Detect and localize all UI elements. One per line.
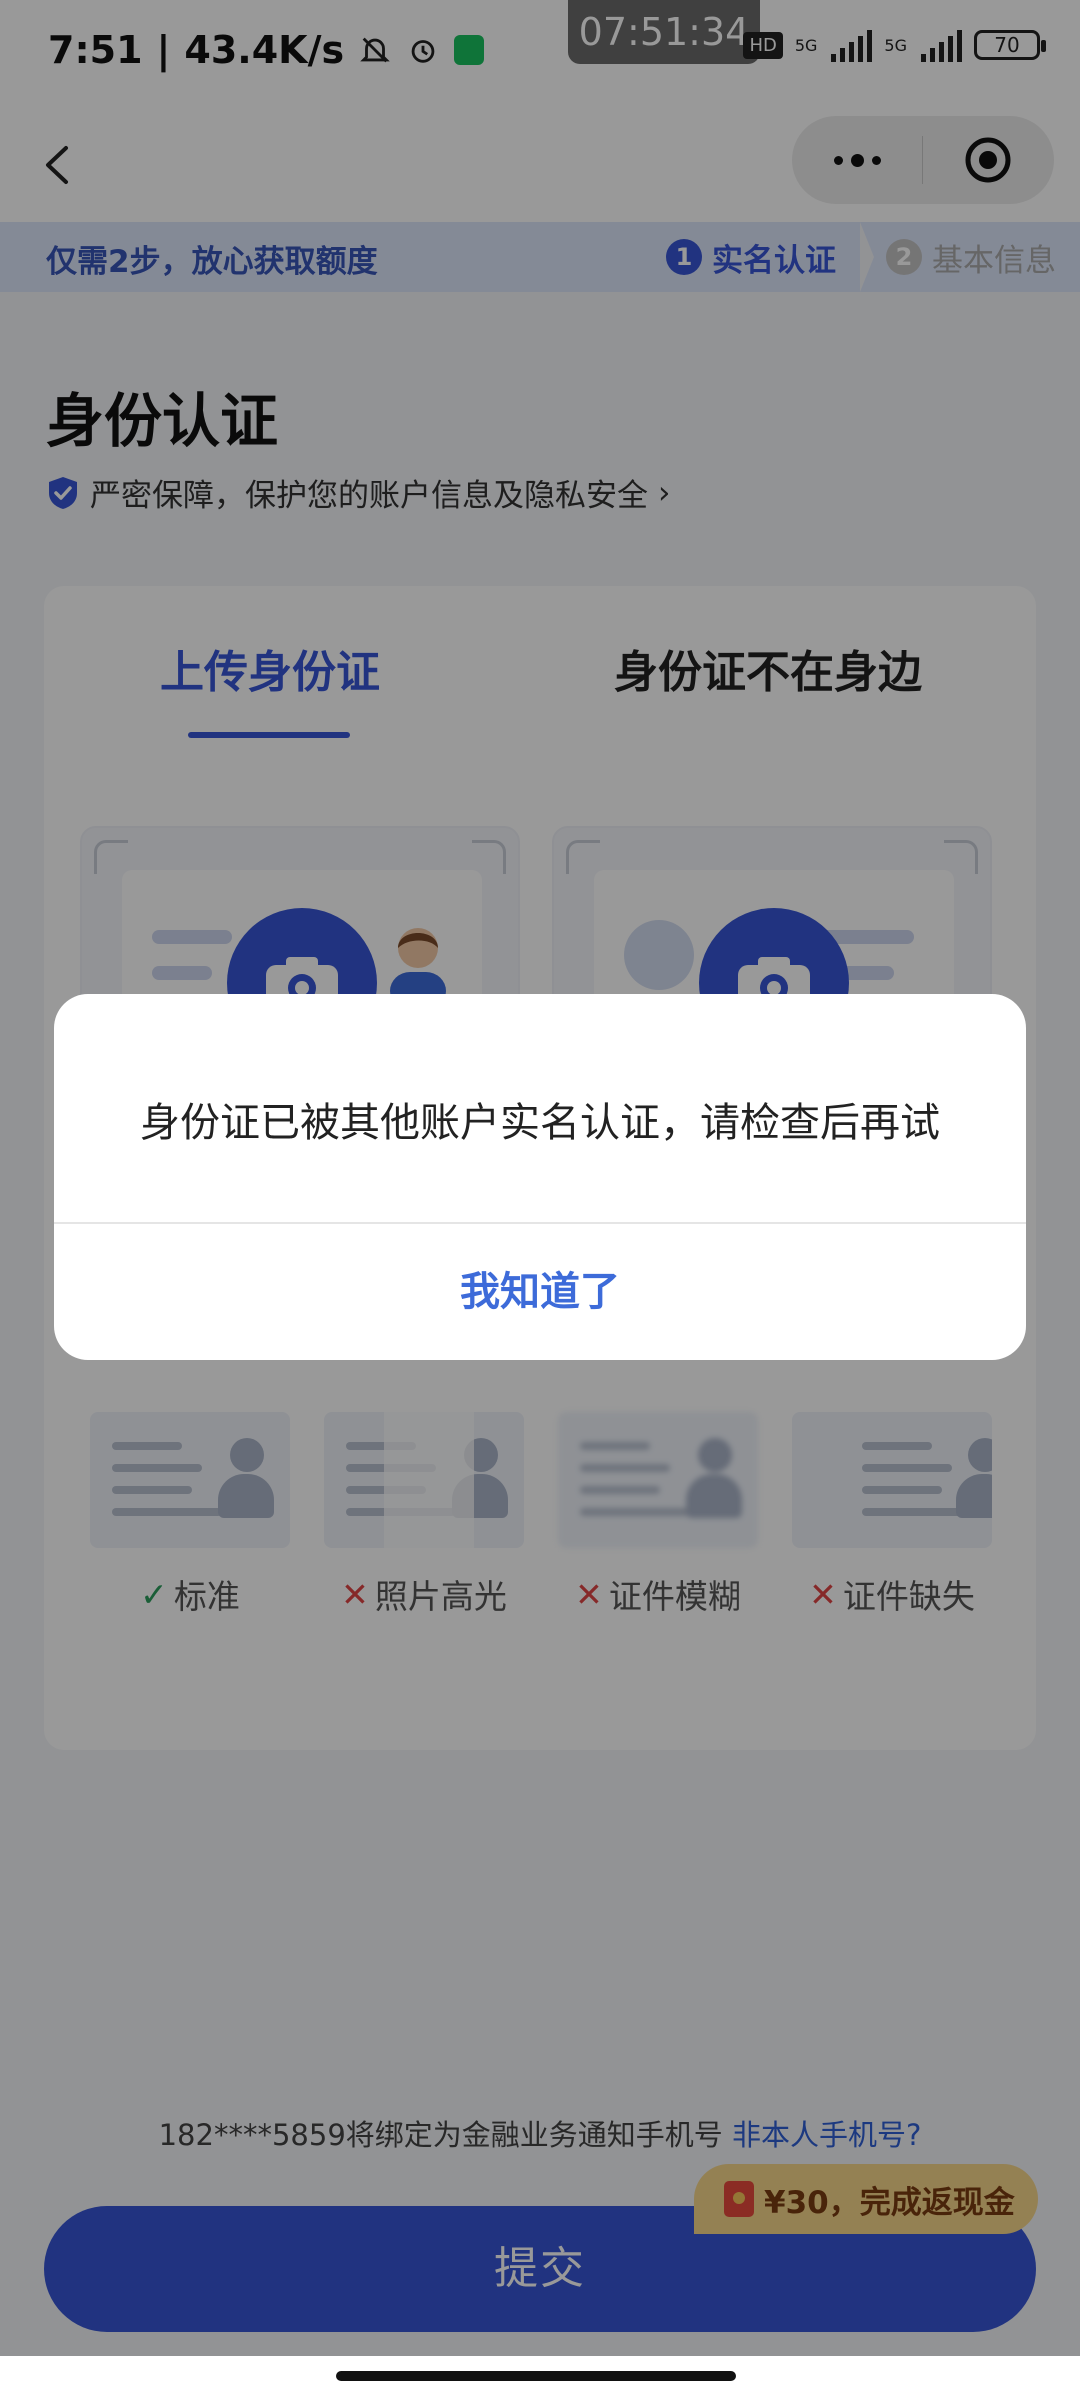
got-it-button[interactable]: 我知道了: [54, 1224, 1026, 1360]
alert-dialog: 身份证已被其他账户实名认证，请检查后再试 我知道了: [54, 994, 1026, 1360]
home-indicator[interactable]: [336, 2371, 736, 2381]
dialog-message: 身份证已被其他账户实名认证，请检查后再试: [140, 1100, 940, 1146]
